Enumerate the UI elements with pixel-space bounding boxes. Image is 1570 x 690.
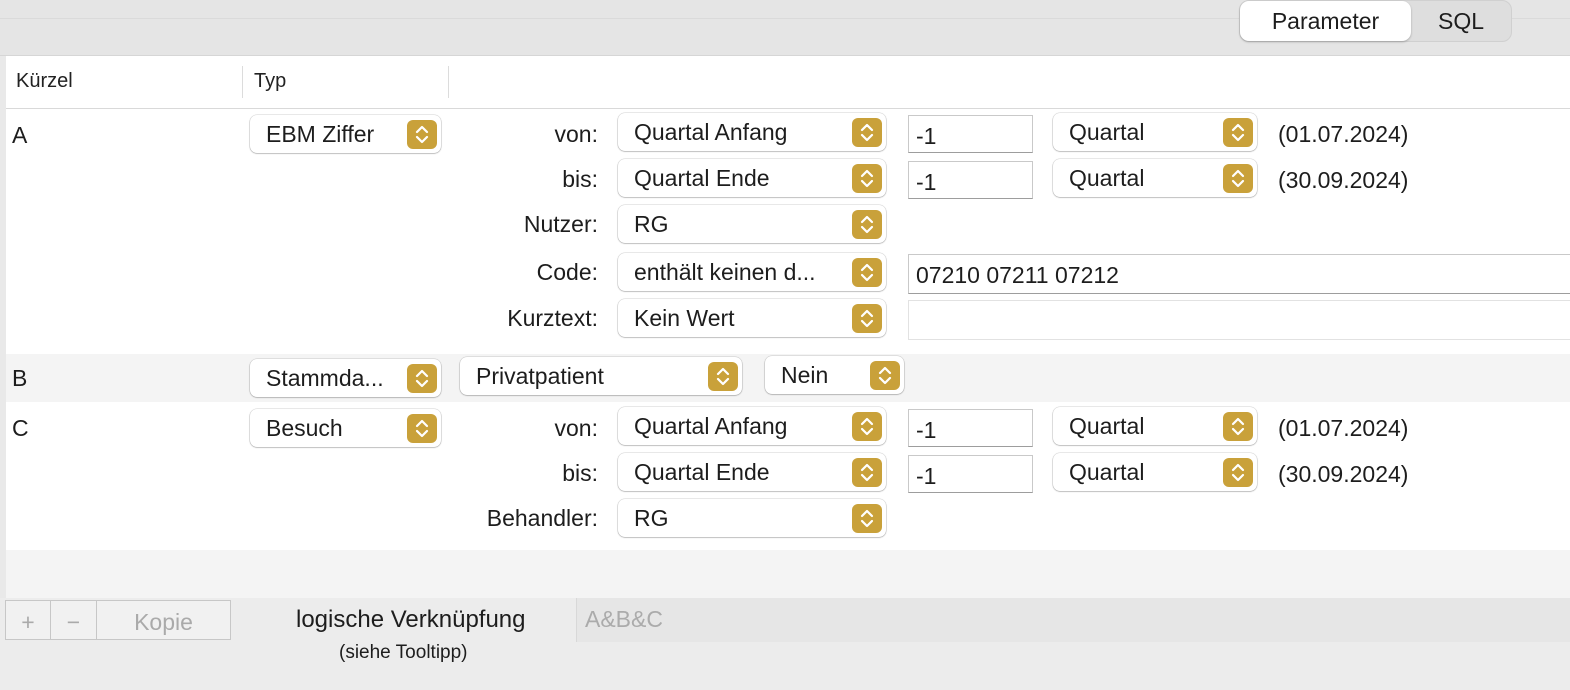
- column-header-typ[interactable]: Typ: [254, 70, 286, 93]
- row-c-von-select[interactable]: Quartal Anfang: [618, 407, 886, 445]
- chevron-updown-icon: [407, 364, 437, 393]
- row-b-value-select[interactable]: Nein: [765, 356, 904, 394]
- row-b-type-select[interactable]: Stammda...: [250, 359, 441, 397]
- chevron-updown-icon: [852, 304, 882, 333]
- row-c-kuerzel: C: [12, 415, 29, 441]
- table-header: Kürzel Typ: [6, 56, 1570, 109]
- row-c-bis-value: Quartal Ende: [634, 459, 770, 485]
- column-divider: [242, 66, 243, 98]
- row-b-field-value: Privatpatient: [476, 363, 604, 389]
- copy-condition-button[interactable]: Kopie: [96, 600, 231, 640]
- row-b-kuerzel: B: [12, 365, 28, 391]
- row-a-von-select[interactable]: Quartal Anfang: [618, 113, 886, 151]
- row-a-code-field[interactable]: 07210 07211 07212: [908, 254, 1570, 294]
- row-a-nutzer-label: Nutzer:: [523, 211, 598, 237]
- column-header-kuerzel[interactable]: Kürzel: [16, 70, 73, 93]
- row-a-bis-value: Quartal Ende: [634, 165, 770, 191]
- logic-link-label: logische Verknüpfung: [296, 606, 526, 633]
- row-c-bis-unit-select[interactable]: Quartal: [1053, 453, 1257, 491]
- row-c-bis-offset-value: -1: [916, 463, 937, 489]
- tab-parameter[interactable]: Parameter: [1240, 1, 1411, 41]
- row-c-bis-select[interactable]: Quartal Ende: [618, 453, 886, 491]
- row-c-von-offset-field[interactable]: -1: [908, 409, 1033, 447]
- row-a-code-label: Code:: [536, 259, 598, 285]
- chevron-updown-icon: [1223, 458, 1253, 487]
- row-a-kurztext-operator-value: Kein Wert: [634, 305, 735, 331]
- row-a-bis-label: bis:: [562, 166, 598, 192]
- row-c-von-value: Quartal Anfang: [634, 413, 788, 439]
- row-a-bis-offset-field[interactable]: -1: [908, 161, 1033, 199]
- row-c-bis-unit-value: Quartal: [1069, 459, 1145, 485]
- row-c-von-date: (01.07.2024): [1278, 415, 1409, 441]
- copy-button-label: Kopie: [134, 609, 193, 635]
- row-b-value-value: Nein: [781, 362, 829, 388]
- row-b-type-value: Stammda...: [266, 365, 384, 391]
- minus-icon: −: [66, 609, 81, 635]
- row-c-behandler-value: RG: [634, 505, 669, 531]
- row-c-von-unit-select[interactable]: Quartal: [1053, 407, 1257, 445]
- row-a-kurztext-operator-select[interactable]: Kein Wert: [618, 299, 886, 337]
- row-c-bis-date: (30.09.2024): [1278, 461, 1409, 487]
- chevron-updown-icon: [852, 210, 882, 239]
- row-a-bis-date: (30.09.2024): [1278, 167, 1409, 193]
- chevron-updown-icon: [1223, 164, 1253, 193]
- chevron-updown-icon: [1223, 118, 1253, 147]
- row-c-bis-offset-field[interactable]: -1: [908, 455, 1033, 493]
- chevron-updown-icon: [870, 361, 900, 390]
- plus-icon: +: [21, 609, 35, 635]
- chevron-updown-icon: [852, 504, 882, 533]
- row-a-code-value: 07210 07211 07212: [916, 262, 1119, 288]
- row-a-von-label: von:: [554, 121, 598, 147]
- chevron-updown-icon: [852, 412, 882, 441]
- column-divider: [448, 66, 449, 98]
- row-a-von-offset-field[interactable]: -1: [908, 115, 1033, 153]
- row-a-kurztext-field[interactable]: [908, 300, 1570, 340]
- row-a-bis-offset-value: -1: [916, 169, 937, 195]
- chevron-updown-icon: [708, 362, 738, 391]
- chevron-updown-icon: [852, 258, 882, 287]
- chevron-updown-icon: [852, 164, 882, 193]
- logic-expression-field[interactable]: A&B&C: [576, 598, 1570, 642]
- row-a-kurztext-label: Kurztext:: [507, 305, 598, 331]
- chevron-updown-icon: [1223, 412, 1253, 441]
- bottom-toolbar: + − Kopie logische Verknüpfung (siehe To…: [0, 598, 1570, 690]
- row-a-von-unit-value: Quartal: [1069, 119, 1145, 145]
- logic-expression-placeholder: A&B&C: [585, 606, 663, 632]
- row-c-von-unit-value: Quartal: [1069, 413, 1145, 439]
- row-a-nutzer-select[interactable]: RG: [618, 205, 886, 243]
- row-c-von-label: von:: [554, 415, 598, 441]
- row-a-code-operator-select[interactable]: enthält keinen d...: [618, 253, 886, 291]
- row-a-code-operator-value: enthält keinen d...: [634, 259, 816, 285]
- mode-segmented-control: Parameter SQL: [1239, 0, 1512, 42]
- row-c-bis-label: bis:: [562, 460, 598, 486]
- row-a-von-date: (01.07.2024): [1278, 121, 1409, 147]
- chevron-updown-icon: [852, 458, 882, 487]
- chevron-updown-icon: [852, 118, 882, 147]
- logic-link-hint: (siehe Tooltipp): [339, 642, 468, 663]
- row-a-nutzer-value: RG: [634, 211, 669, 237]
- row-a-bis-unit-select[interactable]: Quartal: [1053, 159, 1257, 197]
- remove-condition-button[interactable]: −: [50, 600, 97, 640]
- row-a-von-offset-value: -1: [916, 123, 937, 149]
- row-a-kuerzel: A: [12, 122, 28, 148]
- row-a-von-value: Quartal Anfang: [634, 119, 788, 145]
- row-b-field-select[interactable]: Privatpatient: [460, 357, 742, 395]
- tab-sql[interactable]: SQL: [1411, 1, 1511, 41]
- row-a-bis-unit-value: Quartal: [1069, 165, 1145, 191]
- row-a-von-unit-select[interactable]: Quartal: [1053, 113, 1257, 151]
- table-empty-area: [6, 550, 1570, 598]
- row-c-behandler-label: Behandler:: [486, 505, 598, 531]
- row-a-type-value: EBM Ziffer: [266, 121, 375, 147]
- row-c-behandler-select[interactable]: RG: [618, 499, 886, 537]
- row-c-type-value: Besuch: [266, 415, 343, 441]
- row-c-von-offset-value: -1: [916, 417, 937, 443]
- add-condition-button[interactable]: +: [5, 600, 51, 640]
- row-a-bis-select[interactable]: Quartal Ende: [618, 159, 886, 197]
